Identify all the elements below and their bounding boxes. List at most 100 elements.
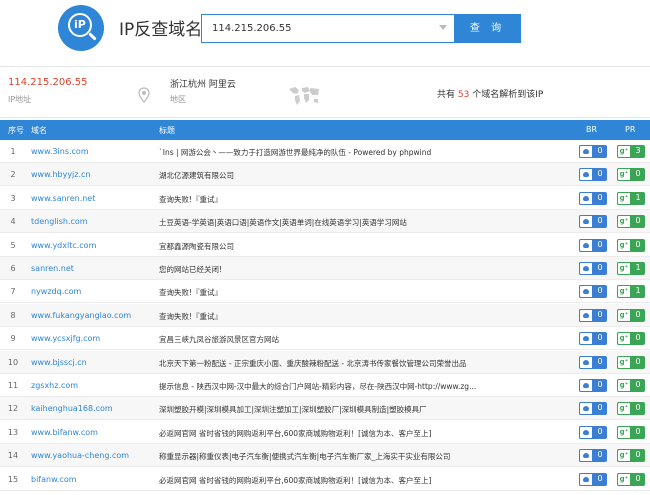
baidu-rank-badge[interactable]: 0 xyxy=(579,215,607,229)
table-row: 7 nywzdq.com 查询失败!『重试』 0 g⁺ 1 xyxy=(0,280,650,304)
domain-link[interactable]: zgsxhz.com xyxy=(31,381,78,390)
baidu-rank-badge[interactable]: 0 xyxy=(579,285,607,299)
domain-link[interactable]: www.bjsscj.cn xyxy=(31,358,87,367)
row-index: 5 xyxy=(10,240,16,250)
search-input[interactable] xyxy=(202,15,454,42)
row-index: 13 xyxy=(7,427,19,437)
site-title: 提示信息 - 陕西汉中网-汉中最大的综合门户网站-精彩内容，尽在-陕西汉中网-h… xyxy=(159,382,477,391)
header-idx: 序号 xyxy=(8,126,24,135)
google-plus-icon: g⁺ xyxy=(617,308,631,322)
google-plus-icon: g⁺ xyxy=(617,191,631,205)
search-button[interactable]: 查 询 xyxy=(454,14,521,43)
domain-link[interactable]: www.3ins.com xyxy=(31,147,89,156)
baidu-paw-icon xyxy=(579,379,593,392)
table-row: 6 sanren.net 您的网站已经关闭! 0 g⁺ 1 xyxy=(0,257,650,280)
location-pin-icon xyxy=(138,87,150,103)
site-title: 查询失败!『重试』 xyxy=(159,288,223,298)
baidu-rank-badge[interactable]: 0 xyxy=(579,332,607,346)
baidu-rank-badge[interactable]: 0 xyxy=(579,238,607,252)
google-pr-badge[interactable]: g⁺ 0 xyxy=(617,472,645,486)
domain-link[interactable]: nywzdq.com xyxy=(31,287,81,296)
row-index: 1 xyxy=(10,147,16,156)
br-value: 0 xyxy=(597,380,603,389)
baidu-paw-icon xyxy=(579,308,593,322)
br-value: 0 xyxy=(597,356,603,366)
google-pr-badge[interactable]: g⁺ 0 xyxy=(617,238,645,252)
google-plus-icon: g⁺ xyxy=(617,355,631,369)
baidu-rank-badge[interactable]: 0 xyxy=(579,145,607,158)
site-title: 宜都鑫源陶瓷有限公司 xyxy=(159,241,234,251)
pr-value: 0 xyxy=(635,333,641,343)
page-title: IP反查域名 xyxy=(119,20,203,40)
baidu-rank-badge[interactable]: 0 xyxy=(579,308,607,322)
google-pr-badge[interactable]: g⁺ 0 xyxy=(617,379,645,392)
google-plus-icon: g⁺ xyxy=(617,449,631,463)
google-plus-icon: g⁺ xyxy=(617,238,631,252)
pr-value: 0 xyxy=(635,216,641,226)
row-index: 11 xyxy=(7,381,19,390)
baidu-rank-badge[interactable]: 0 xyxy=(579,449,607,463)
row-index: 2 xyxy=(10,170,16,180)
row-index: 3 xyxy=(10,193,16,203)
pr-value: 0 xyxy=(635,473,641,483)
br-value: 0 xyxy=(597,333,603,343)
row-index: 7 xyxy=(10,287,16,297)
row-index: 8 xyxy=(10,310,16,320)
google-pr-badge[interactable]: g⁺ 0 xyxy=(617,425,645,439)
baidu-rank-badge[interactable]: 0 xyxy=(579,262,607,275)
domain-link[interactable]: www.bifanw.com xyxy=(31,428,98,437)
site-title: 称重显示器|称重仪表|电子汽车衡|便携式汽车衡|电子汽车衡厂家_上海实干实业有限… xyxy=(159,452,451,462)
baidu-rank-badge[interactable]: 0 xyxy=(579,379,607,392)
pr-value: 1 xyxy=(635,263,641,272)
count-suffix: 个域名解析到该IP xyxy=(472,90,544,100)
logo-text: iP xyxy=(74,18,86,31)
page-header: iP IP反查域名 查 询 xyxy=(0,0,650,62)
domain-link[interactable]: sanren.net xyxy=(31,264,74,273)
google-pr-badge[interactable]: g⁺ 0 xyxy=(617,308,645,322)
baidu-paw-icon xyxy=(579,355,593,369)
domain-link[interactable]: www.ycsxjfg.com xyxy=(31,334,100,343)
baidu-paw-icon xyxy=(579,238,593,252)
google-pr-badge[interactable]: g⁺ 0 xyxy=(617,215,645,229)
google-pr-badge[interactable]: g⁺ 1 xyxy=(617,285,645,299)
table-row: 14 www.yaohua-cheng.com 称重显示器|称重仪表|电子汽车衡|便… xyxy=(0,444,650,468)
pr-value: 0 xyxy=(635,169,641,179)
google-plus-icon: g⁺ xyxy=(617,168,631,182)
baidu-rank-badge[interactable]: 0 xyxy=(579,472,607,486)
baidu-paw-icon xyxy=(579,425,593,439)
baidu-paw-icon xyxy=(579,191,593,205)
google-pr-badge[interactable]: g⁺ 0 xyxy=(617,449,645,463)
google-pr-badge[interactable]: g⁺ 1 xyxy=(617,191,645,205)
domain-link[interactable]: tdenglish.com xyxy=(31,217,88,226)
domain-link[interactable]: www.ydxltc.com xyxy=(31,241,96,250)
pr-value: 0 xyxy=(635,403,641,413)
google-pr-badge[interactable]: g⁺ 0 xyxy=(617,332,645,346)
google-pr-badge[interactable]: g⁺ 3 xyxy=(617,145,645,158)
table-row: 8 www.fukangyanglao.com 查询失败!『重试』 0 g⁺ 0 xyxy=(0,303,650,327)
domain-link[interactable]: www.yaohua-cheng.com xyxy=(31,451,129,460)
baidu-rank-badge[interactable]: 0 xyxy=(579,402,607,416)
domain-link[interactable]: www.hbyyjz.cn xyxy=(31,170,91,179)
domain-link[interactable]: www.sanren.net xyxy=(31,194,95,203)
baidu-rank-badge[interactable]: 0 xyxy=(579,191,607,205)
google-pr-badge[interactable]: g⁺ 1 xyxy=(617,262,645,275)
google-plus-icon: g⁺ xyxy=(617,379,631,392)
pr-value: 0 xyxy=(635,309,641,319)
baidu-rank-badge[interactable]: 0 xyxy=(579,168,607,182)
world-map-icon xyxy=(289,87,319,105)
dropdown-caret-icon[interactable] xyxy=(439,25,447,30)
domain-link[interactable]: bifanw.com xyxy=(31,475,77,484)
br-value: 0 xyxy=(597,309,603,319)
baidu-paw-icon xyxy=(579,262,593,275)
baidu-rank-badge[interactable]: 0 xyxy=(579,425,607,439)
table-row: 2 www.hbyyjz.cn 湖北亿源建筑有限公司 0 g⁺ 0 xyxy=(0,163,650,187)
google-pr-badge[interactable]: g⁺ 0 xyxy=(617,402,645,416)
domain-link[interactable]: www.fukangyanglao.com xyxy=(31,311,131,320)
google-pr-badge[interactable]: g⁺ 0 xyxy=(617,168,645,182)
br-value: 0 xyxy=(597,192,603,202)
domain-link[interactable]: kaihenghua168.com xyxy=(31,404,113,413)
site-title: `Ins | 网游公会丶——致力于打造网游世界最纯净的队伍 - Powered … xyxy=(159,148,432,157)
site-title: 必返网官网 省时省钱的网购返利平台,600家商城购物返利！[诚信为本、客户至上] xyxy=(159,428,432,438)
google-pr-badge[interactable]: g⁺ 0 xyxy=(617,355,645,369)
baidu-rank-badge[interactable]: 0 xyxy=(579,355,607,369)
